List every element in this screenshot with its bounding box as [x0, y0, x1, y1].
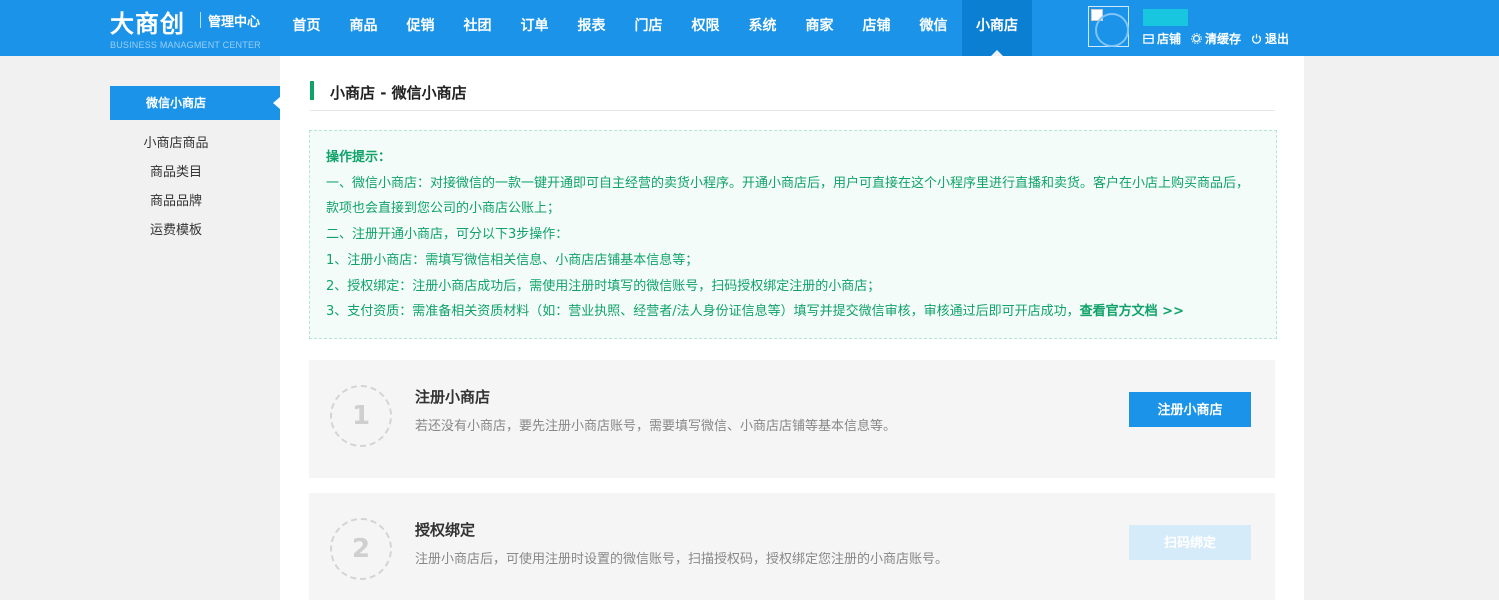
sidebar-item-goods-category[interactable]: 商品类目 — [110, 163, 242, 192]
tips-line-with-link: 3、支付资质：需准备相关资质材料（如：营业执照、经营者/法人身份证信息等）填写并… — [326, 299, 1260, 325]
step-number: 2 — [330, 518, 392, 580]
sidebar-item-goods-brand[interactable]: 商品品牌 — [110, 192, 242, 221]
header-actions: 店铺 清缓存 退出 — [1143, 30, 1289, 47]
power-icon — [1252, 33, 1262, 44]
step-card: 1 注册小商店 若还没有小商店，要先注册小商店账号，需要填写微信、小商店店铺等基… — [309, 360, 1275, 478]
step-number: 1 — [330, 385, 392, 447]
top-header: 大商创 管理中心 BUSINESS MANAGMENT CENTER 首页 商品… — [0, 0, 1499, 56]
step-description: 若还没有小商店，要先注册小商店账号，需要填写微信、小商店店铺等基本信息等。 — [415, 419, 897, 434]
tips-title: 操作提示： — [326, 150, 392, 165]
nav-item-group[interactable]: 社团 — [449, 0, 506, 56]
logo-divider — [200, 12, 201, 28]
sidebar-list: 小商店商品 商品类目 商品品牌 运费模板 — [110, 134, 280, 250]
sidebar-item-mini-store-goods[interactable]: 小商店商品 — [110, 134, 242, 163]
nav-item-wechat[interactable]: 微信 — [905, 0, 962, 56]
nav-item-reports[interactable]: 报表 — [563, 0, 620, 56]
logo-english: BUSINESS MANAGMENT CENTER — [110, 40, 261, 50]
tips-line: 3、支付资质：需准备相关资质材料（如：营业执照、经营者/法人身份证信息等）填写并… — [326, 304, 1080, 320]
sidebar-item-shipping-template[interactable]: 运费模板 — [110, 221, 242, 250]
store-label: 店铺 — [1157, 32, 1182, 46]
page-title: 小商店 - 微信小商店 — [330, 84, 467, 102]
main-nav: 首页 商品 促销 社团 订单 报表 门店 权限 系统 商家 店铺 微信 小商店 — [278, 0, 1032, 56]
nav-item-system[interactable]: 系统 — [734, 0, 791, 56]
tips-line: 一、微信小商店：对接微信的一款一键开通即可自主经营的卖货小程序。开通小商店后，用… — [326, 175, 1250, 217]
main-panel: 小商店 - 微信小商店 操作提示： 一、微信小商店：对接微信的一款一键开通即可自… — [280, 56, 1304, 600]
nav-item-goods[interactable]: 商品 — [335, 0, 392, 56]
sidebar: 微信小商店 小商店商品 商品类目 商品品牌 运费模板 — [110, 86, 280, 250]
official-docs-link[interactable]: 查看官方文档 >> — [1080, 304, 1184, 319]
tips-line: 二、注册开通小商店，可分以下3步操作： — [326, 227, 569, 243]
step-title: 注册小商店 — [415, 388, 491, 406]
logo-subtitle: 管理中心 — [208, 15, 261, 30]
register-mini-store-button[interactable]: 注册小商店 — [1129, 392, 1251, 427]
logout-link[interactable]: 退出 — [1251, 30, 1289, 47]
nav-item-home[interactable]: 首页 — [278, 0, 335, 56]
title-accent-bar — [310, 81, 314, 100]
tips-line: 1、注册小商店：需填写微信相关信息、小商店店铺基本信息等； — [326, 252, 699, 268]
avatar-ring — [1095, 13, 1129, 47]
nav-item-mini-store[interactable]: 小商店 — [962, 0, 1032, 56]
logo[interactable]: 大商创 管理中心 BUSINESS MANAGMENT CENTER — [110, 4, 270, 52]
avatar[interactable] — [1088, 6, 1129, 47]
logo-title: 大商创 — [110, 10, 185, 38]
nav-item-shops[interactable]: 店铺 — [848, 0, 905, 56]
scan-bind-button[interactable]: 扫码绑定 — [1129, 525, 1251, 560]
step-description: 注册小商店后，可使用注册时设置的微信账号，扫描授权码，授权绑定您注册的小商店账号… — [415, 552, 949, 567]
nav-item-merchants[interactable]: 商家 — [791, 0, 848, 56]
sidebar-item-wechat-mini-store[interactable]: 微信小商店 — [110, 86, 280, 120]
logout-label: 退出 — [1265, 32, 1290, 46]
step-title: 授权绑定 — [415, 521, 476, 539]
store-name-highlight — [1143, 9, 1188, 26]
clear-cache-label: 清缓存 — [1205, 32, 1242, 46]
store-link[interactable]: 店铺 — [1143, 30, 1181, 47]
nav-item-orders[interactable]: 订单 — [506, 0, 563, 56]
operation-tips: 操作提示： 一、微信小商店：对接微信的一款一键开通即可自主经营的卖货小程序。开通… — [309, 130, 1277, 339]
step-card: 2 授权绑定 注册小商店后，可使用注册时设置的微信账号，扫描授权码，授权绑定您注… — [309, 493, 1275, 600]
nav-item-promotion[interactable]: 促销 — [392, 0, 449, 56]
gear-icon — [1191, 33, 1202, 44]
nav-item-stores[interactable]: 门店 — [620, 0, 677, 56]
nav-item-permissions[interactable]: 权限 — [677, 0, 734, 56]
tips-line: 2、授权绑定：注册小商店成功后，需使用注册时填写的微信账号，扫码授权绑定注册的小… — [326, 278, 881, 294]
page-header: 小商店 - 微信小商店 — [310, 81, 1275, 111]
clear-cache-link[interactable]: 清缓存 — [1191, 30, 1241, 47]
store-icon — [1143, 34, 1154, 44]
